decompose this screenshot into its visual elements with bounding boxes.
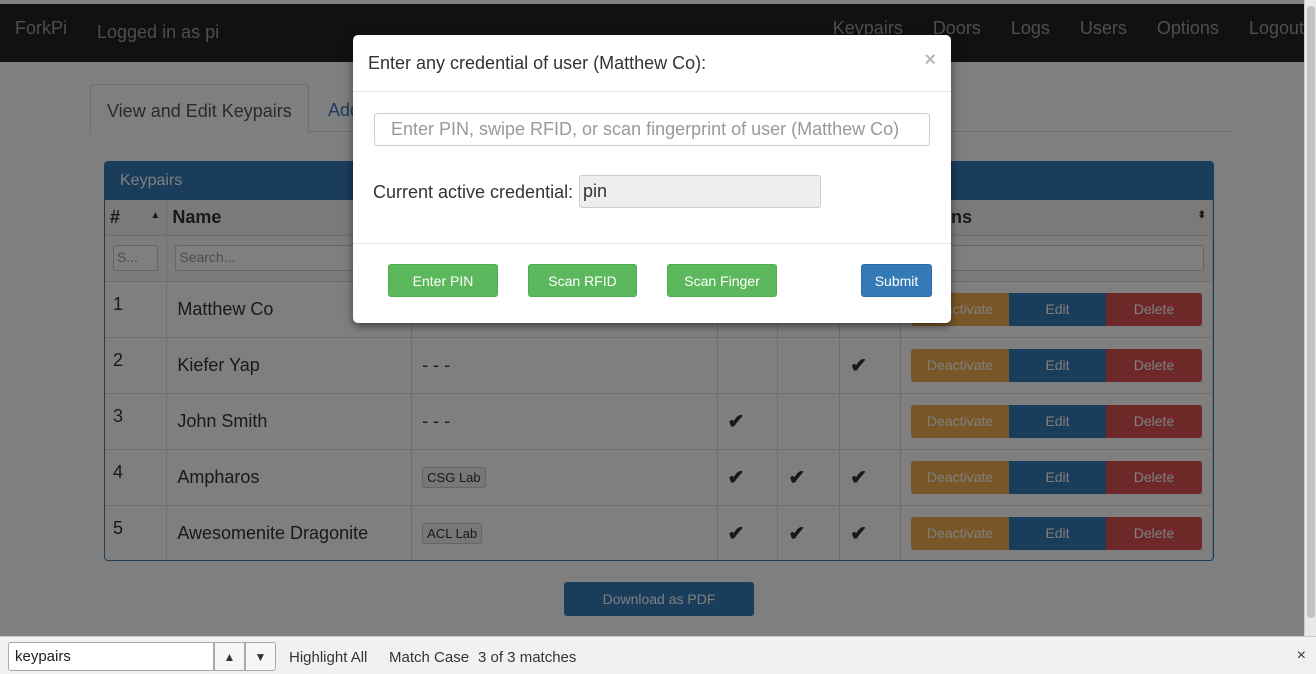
match-case-toggle[interactable]: Match Case bbox=[389, 649, 469, 666]
submit-button[interactable]: Submit bbox=[861, 264, 932, 297]
find-bar: keypairs ▲ ▼ Highlight All Match Case 3 … bbox=[0, 636, 1316, 674]
page-scrollbar[interactable] bbox=[1304, 0, 1316, 636]
active-credential-field: pin bbox=[579, 175, 821, 208]
close-icon[interactable]: × bbox=[924, 49, 936, 72]
modal-header: Enter any credential of user (Matthew Co… bbox=[353, 35, 951, 92]
match-count: 3 of 3 matches bbox=[478, 649, 577, 666]
chevron-up-icon[interactable]: ▲ bbox=[214, 642, 245, 671]
chevron-down-icon[interactable]: ▼ bbox=[245, 642, 276, 671]
enter-pin-button[interactable]: Enter PIN bbox=[388, 264, 498, 297]
scrollbar-thumb[interactable] bbox=[1307, 6, 1315, 618]
find-input[interactable]: keypairs bbox=[8, 642, 214, 671]
scan-rfid-button[interactable]: Scan RFID bbox=[528, 264, 637, 297]
credential-modal: Enter any credential of user (Matthew Co… bbox=[353, 35, 951, 323]
scan-finger-button[interactable]: Scan Finger bbox=[667, 264, 777, 297]
highlight-all-toggle[interactable]: Highlight All bbox=[289, 649, 367, 666]
close-icon[interactable]: × bbox=[1297, 647, 1306, 665]
modal-title: Enter any credential of user (Matthew Co… bbox=[368, 53, 707, 73]
active-credential-label: Current active credential: bbox=[373, 182, 574, 202]
modal-footer: Enter PIN Scan RFID Scan Finger Submit bbox=[353, 244, 951, 322]
credential-input[interactable]: Enter PIN, swipe RFID, or scan fingerpri… bbox=[374, 113, 930, 146]
modal-body: Enter PIN, swipe RFID, or scan fingerpri… bbox=[353, 92, 951, 244]
